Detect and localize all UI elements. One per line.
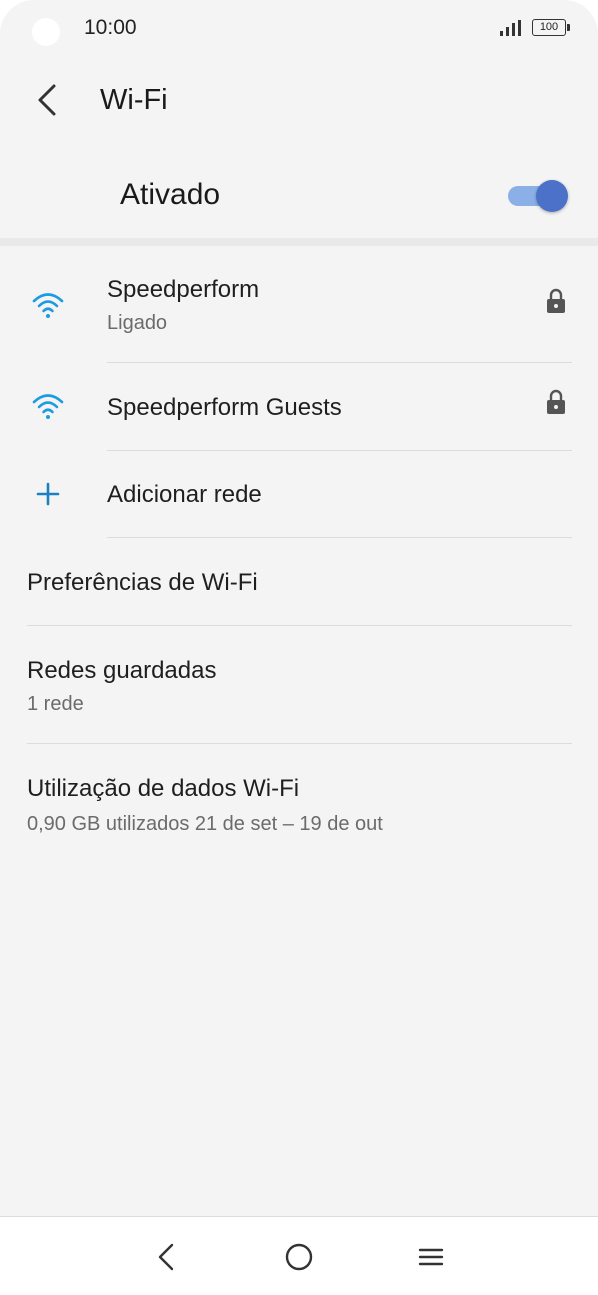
network-item-speedperform[interactable]: Speedperform Ligado bbox=[0, 264, 598, 362]
battery-icon: 100 bbox=[532, 19, 570, 36]
toggle-thumb bbox=[536, 180, 568, 212]
network-name: Speedperform Guests bbox=[107, 394, 342, 421]
wifi-toggle[interactable] bbox=[508, 180, 570, 212]
nav-home-button[interactable] bbox=[279, 1237, 319, 1277]
nav-menu-button[interactable] bbox=[411, 1237, 451, 1277]
menu-icon bbox=[418, 1248, 444, 1266]
wifi-preferences-label: Preferências de Wi-Fi bbox=[27, 569, 258, 596]
wifi-preferences-item[interactable]: Preferências de Wi-Fi bbox=[0, 538, 598, 625]
plus-icon bbox=[36, 482, 60, 506]
signal-icon bbox=[500, 20, 522, 36]
saved-networks-item[interactable]: Redes guardadas 1 rede bbox=[0, 626, 598, 743]
wifi-master-switch-row[interactable]: Ativado bbox=[0, 150, 598, 240]
nav-back-icon bbox=[158, 1243, 174, 1271]
lock-icon bbox=[547, 389, 565, 414]
add-network-item[interactable]: Adicionar rede bbox=[0, 451, 598, 537]
network-item-speedperform-guests[interactable]: Speedperform Guests bbox=[0, 363, 598, 450]
wifi-master-switch-label: Ativado bbox=[120, 178, 221, 211]
wifi-icon bbox=[32, 293, 64, 318]
status-time: 10:00 bbox=[84, 16, 137, 39]
wifi-settings-screen: 10:00 100 Wi-Fi Ativado Speedperform Lig… bbox=[0, 0, 598, 1295]
nav-back-button[interactable] bbox=[146, 1237, 186, 1277]
camera-cutout bbox=[32, 18, 60, 46]
saved-networks-label: Redes guardadas bbox=[27, 657, 217, 684]
navigation-bar bbox=[0, 1216, 598, 1295]
lock-icon bbox=[547, 288, 565, 313]
wifi-data-usage-summary: 0,90 GB utilizados 21 de set – 19 de out bbox=[27, 813, 383, 835]
add-network-label: Adicionar rede bbox=[107, 481, 262, 508]
page-title: Wi-Fi bbox=[100, 84, 168, 116]
home-circle-icon bbox=[285, 1243, 313, 1271]
app-bar: Wi-Fi bbox=[0, 66, 598, 136]
back-button[interactable] bbox=[26, 80, 66, 120]
wifi-icon bbox=[32, 394, 64, 419]
saved-networks-summary: 1 rede bbox=[27, 693, 84, 715]
network-name: Speedperform bbox=[107, 276, 260, 303]
status-bar: 10:00 100 bbox=[0, 0, 598, 56]
network-status: Ligado bbox=[107, 312, 168, 334]
wifi-data-usage-label: Utilização de dados Wi-Fi bbox=[27, 775, 300, 802]
back-arrow-icon bbox=[38, 84, 56, 116]
section-divider bbox=[0, 238, 598, 246]
wifi-data-usage-item[interactable]: Utilização de dados Wi-Fi 0,90 GB utiliz… bbox=[0, 744, 598, 854]
